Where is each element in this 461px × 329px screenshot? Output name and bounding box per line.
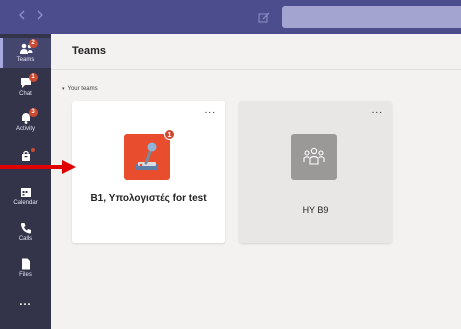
chat-badge: 1	[28, 73, 38, 82]
notification-dot	[30, 148, 35, 152]
rail-label: Calendar	[13, 200, 38, 206]
annotation-arrow-head	[62, 160, 76, 174]
annotation-arrow-line	[0, 165, 64, 169]
rail-item-teams[interactable]: 2 Teams	[0, 38, 51, 68]
page-header: Teams	[51, 34, 461, 70]
rail-item-files[interactable]: Files	[0, 253, 51, 283]
chevron-right-icon[interactable]	[37, 10, 43, 24]
team-name: B1, Υπολογιστές for test	[90, 193, 207, 204]
file-icon	[19, 257, 33, 271]
rail-label: Teams	[16, 57, 35, 63]
rail-label: Files	[19, 272, 32, 278]
rail-item-activity[interactable]: 3 Activity	[0, 107, 51, 137]
caret-down-icon: ▾	[62, 86, 65, 92]
team-avatar: 1	[124, 129, 175, 180]
team-card[interactable]: ... HY B9	[239, 101, 392, 243]
rail-item-calendar[interactable]: Calendar	[0, 181, 51, 211]
your-teams-section[interactable]: ▾ Your teams	[62, 86, 98, 92]
calendar-icon	[19, 185, 33, 199]
more-options-icon[interactable]: ...	[372, 106, 383, 116]
app-rail: 2 Teams 1 Chat 3 Activity Calendar Calls…	[0, 34, 51, 329]
team-avatar	[291, 134, 337, 180]
rail-label: Activity	[15, 126, 35, 132]
bag-icon	[19, 148, 35, 163]
rail-item-more[interactable]: ...	[0, 292, 51, 322]
activity-badge: 3	[28, 108, 38, 117]
teams-badge: 2	[28, 39, 38, 48]
team-name: HY B9	[302, 205, 329, 215]
rail-item-calls[interactable]: Calls	[0, 217, 51, 247]
team-people-icon	[303, 147, 325, 165]
more-icon: ...	[19, 296, 32, 308]
rail-item-chat[interactable]: 1 Chat	[0, 72, 51, 102]
rail-label: Chat	[19, 91, 32, 97]
rail-label: Calls	[18, 236, 33, 242]
search-input[interactable]	[282, 6, 461, 28]
notification-badge: 1	[164, 129, 175, 140]
joystick-icon	[136, 142, 158, 170]
section-label: Your teams	[67, 86, 98, 92]
chat-icon: 1	[19, 73, 38, 90]
team-card[interactable]: ... 1 B1, Υπολογιστές for test	[72, 101, 225, 243]
top-bar	[0, 0, 461, 34]
phone-icon	[19, 221, 33, 235]
chevron-left-icon[interactable]	[19, 10, 25, 24]
more-options-icon[interactable]: ...	[205, 106, 216, 116]
compose-icon[interactable]	[258, 11, 270, 23]
bell-icon: 3	[19, 108, 38, 125]
page-title: Teams	[72, 45, 107, 57]
teams-icon: 2	[19, 39, 38, 56]
